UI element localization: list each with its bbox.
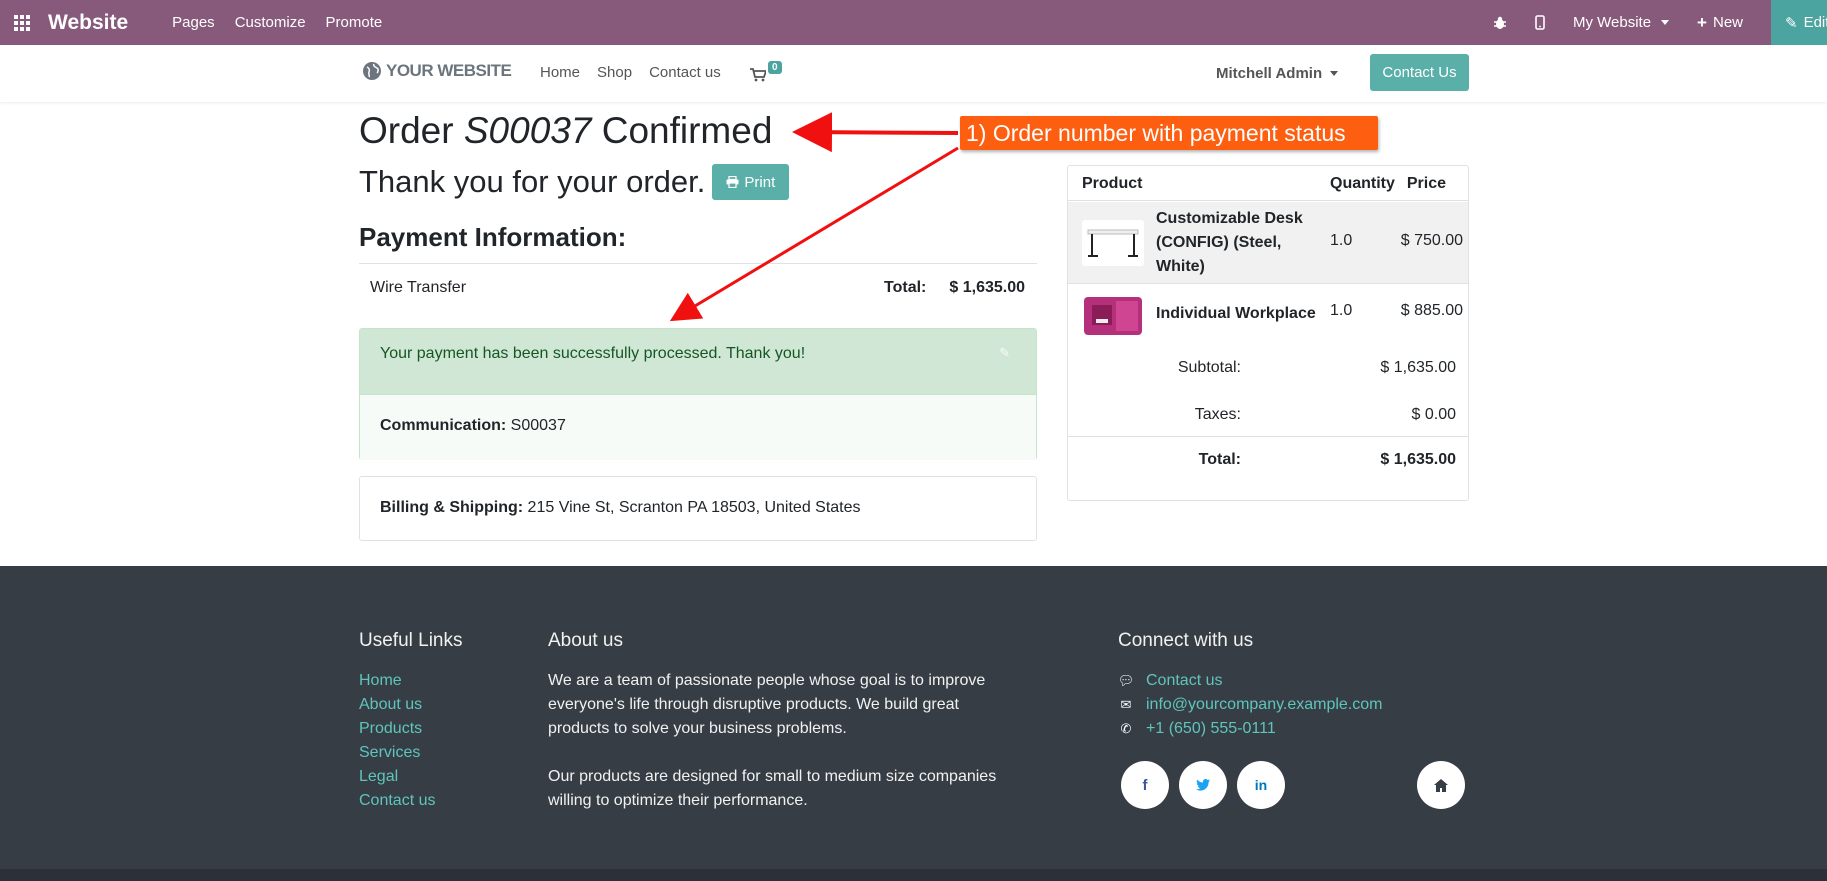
site-header: YOUR WEBSITE Home Shop Contact us 0 Mitc… <box>0 45 1827 102</box>
col-quantity: Quantity <box>1330 175 1395 192</box>
arrow-to-title <box>792 112 959 153</box>
plus-icon: + <box>1697 12 1707 32</box>
nav-shop[interactable]: Shop <box>597 64 632 81</box>
print-button[interactable]: Print <box>712 164 790 200</box>
envelope-icon: ✉ <box>1120 697 1132 712</box>
taxes-row: Taxes: $ 0.00 <box>1194 406 1456 423</box>
contact-us-button[interactable]: Contact Us <box>1370 54 1469 91</box>
footer-link-legal[interactable]: Legal <box>359 765 463 789</box>
workplace-product-image <box>1084 297 1142 335</box>
product-quantity: 1.0 <box>1330 232 1353 249</box>
footer-link-about-us[interactable]: About us <box>359 693 463 717</box>
order-table-header: Product Quantity Price <box>1068 166 1468 201</box>
facebook-icon[interactable]: f <box>1121 761 1169 809</box>
menu-pages[interactable]: Pages <box>172 14 215 31</box>
thank-you-heading: Thank you for your order. Print <box>359 164 790 200</box>
page-title: Order S00037 Confirmed <box>359 110 773 151</box>
total-row: Total: $ 1,635.00 <box>1068 436 1468 484</box>
payment-status-box: Your payment has been successfully proce… <box>359 328 1037 460</box>
col-product: Product <box>1082 175 1143 192</box>
product-quantity: 1.0 <box>1330 302 1353 319</box>
product-name[interactable]: Customizable Desk (CONFIG) (Steel, White… <box>1156 207 1306 279</box>
menu-promote[interactable]: Promote <box>326 14 383 31</box>
my-website-dropdown[interactable]: My Website <box>1573 14 1670 31</box>
apps-menu-icon[interactable] <box>0 0 44 45</box>
product-name[interactable]: Individual Workplace <box>1156 302 1336 326</box>
edit-button[interactable]: ✎ Edit <box>1771 0 1827 45</box>
connect-column: Connect with us 💬︎ Contact us ✉ info@you… <box>1118 630 1383 741</box>
subtotal-row: Subtotal: $ 1,635.00 <box>1177 359 1456 376</box>
home-icon[interactable] <box>1417 761 1465 809</box>
footer-link-contact-us[interactable]: Contact us <box>359 789 463 813</box>
cart-count-badge: 0 <box>768 61 782 74</box>
about-us-heading: About us <box>548 630 623 651</box>
footer-contact-link[interactable]: 💬︎ Contact us <box>1118 669 1383 693</box>
annotation-callout: 1) Order number with payment status <box>960 116 1378 150</box>
comment-icon: 💬︎ <box>1117 673 1135 688</box>
billing-shipping-box: Billing & Shipping: 215 Vine St, Scranto… <box>359 476 1037 541</box>
nav-contact-us[interactable]: Contact us <box>649 64 721 81</box>
shopping-cart-icon <box>750 68 766 82</box>
app-brand[interactable]: Website <box>48 11 128 35</box>
footer-link-services[interactable]: Services <box>359 741 463 765</box>
payment-success-alert: Your payment has been successfully proce… <box>360 329 1036 395</box>
about-paragraph: Our products are designed for small to m… <box>548 768 997 809</box>
site-logo[interactable]: YOUR WEBSITE <box>362 61 512 81</box>
product-price: $ 750.00 <box>1400 232 1463 249</box>
chevron-down-icon <box>1661 20 1670 25</box>
pencil-icon[interactable]: ✎ <box>999 345 1010 361</box>
chevron-down-icon <box>1330 71 1339 76</box>
connect-heading: Connect with us <box>1118 630 1254 651</box>
payment-total-label: Total: <box>884 279 927 296</box>
footer-link-products[interactable]: Products <box>359 717 463 741</box>
site-footer: Useful Links Home About us Products Serv… <box>0 566 1827 869</box>
footer-link-home[interactable]: Home <box>359 669 463 693</box>
admin-menu: Pages Customize Promote <box>172 14 382 31</box>
useful-links-heading: Useful Links <box>359 630 463 651</box>
debug-bug-icon[interactable] <box>1493 16 1507 30</box>
admin-topbar-right: My Website + New ✎ Edit <box>1493 0 1827 45</box>
order-number: S00037 <box>463 110 592 151</box>
about-paragraph: We are a team of passionate people whose… <box>548 672 986 737</box>
cart-link[interactable]: 0 <box>750 61 790 85</box>
pencil-icon: ✎ <box>1785 14 1798 32</box>
site-nav: Home Shop Contact us <box>540 64 721 81</box>
printer-icon <box>726 176 739 188</box>
globe-icon <box>363 62 381 80</box>
communication-row: Communication: S00037 <box>360 395 1036 460</box>
product-price: $ 885.00 <box>1400 302 1463 319</box>
table-row: Customizable Desk (CONFIG) (Steel, White… <box>1068 202 1468 284</box>
about-us-column: About us We are a team of passionate peo… <box>548 630 998 813</box>
nav-home[interactable]: Home <box>540 64 580 81</box>
col-price: Price <box>1406 175 1446 192</box>
new-button[interactable]: + New <box>1697 13 1743 33</box>
linkedin-icon[interactable]: in <box>1237 761 1285 809</box>
user-menu[interactable]: Mitchell Admin <box>1216 65 1339 82</box>
payment-total-value: $ 1,635.00 <box>949 279 1025 296</box>
useful-links-column: Useful Links Home About us Products Serv… <box>359 630 463 813</box>
footer-copyright-bar <box>0 869 1827 881</box>
mobile-preview-icon[interactable] <box>1535 15 1545 30</box>
table-row: Individual Workplace 1.0 $ 885.00 <box>1068 285 1468 347</box>
payment-method: Wire Transfer <box>370 279 467 296</box>
phone-icon: ✆ <box>1120 721 1132 736</box>
admin-topbar: Website Pages Customize Promote My Websi… <box>0 0 1827 45</box>
twitter-icon[interactable] <box>1179 761 1227 809</box>
menu-customize[interactable]: Customize <box>235 14 306 31</box>
footer-email-link[interactable]: ✉ info@yourcompany.example.com <box>1118 693 1383 717</box>
payment-information-heading: Payment Information: <box>359 222 627 252</box>
desk-product-image <box>1082 220 1144 266</box>
order-summary-card: Product Quantity Price Customizable Desk… <box>1067 165 1469 501</box>
footer-phone-link[interactable]: ✆ +1 (650) 555-0111 <box>1118 717 1383 741</box>
payment-summary-row: Wire Transfer Total: $ 1,635.00 <box>359 263 1037 311</box>
